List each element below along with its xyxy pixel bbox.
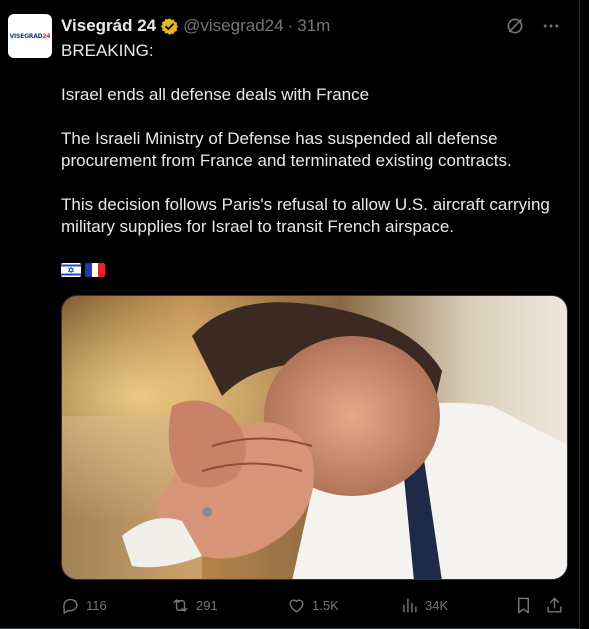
tweet-text: BREAKING: Israel ends all defense deals … xyxy=(61,40,571,238)
bookmark-button[interactable] xyxy=(514,596,533,615)
grok-icon[interactable] xyxy=(505,16,525,36)
share-icon xyxy=(547,597,562,613)
timestamp[interactable]: 31m xyxy=(297,16,330,36)
tweet-line-breaking: BREAKING: xyxy=(61,41,154,60)
repost-icon xyxy=(173,599,188,612)
more-options-icon[interactable] xyxy=(541,16,561,36)
israel-flag-icon xyxy=(61,263,81,277)
like-button[interactable]: 1.5K xyxy=(287,596,339,615)
tweet-line-context: This decision follows Paris's refusal to… xyxy=(61,195,550,236)
avatar-text: VISEGRAD xyxy=(9,32,43,40)
views-button[interactable]: 34K xyxy=(400,596,448,615)
tweet-photo[interactable] xyxy=(61,295,568,580)
photo-image xyxy=(62,296,567,579)
france-flag-icon xyxy=(85,263,105,277)
reply-icon xyxy=(63,598,78,614)
share-button[interactable] xyxy=(545,596,564,615)
tweet-header: Visegrád 24 @visegrad24 · 31m xyxy=(61,15,330,37)
repost-button[interactable]: 291 xyxy=(171,596,218,615)
author-handle[interactable]: @visegrad24 xyxy=(183,16,283,36)
tweet-actions: 116 291 1.5K 34K xyxy=(61,596,571,618)
like-count: 1.5K xyxy=(312,598,339,613)
views-chart-icon xyxy=(403,598,417,613)
verified-badge-icon xyxy=(160,17,179,35)
avatar-text-number: 24 xyxy=(42,32,51,40)
view-count: 34K xyxy=(425,598,449,613)
author-name[interactable]: Visegrád 24 xyxy=(61,16,156,36)
heart-icon xyxy=(289,599,304,613)
tweet-top-actions xyxy=(505,16,561,36)
tweet-line-headline: Israel ends all defense deals with Franc… xyxy=(61,85,370,104)
repost-count: 291 xyxy=(196,598,218,613)
reply-count: 116 xyxy=(86,598,107,613)
tweet-line-detail: The Israeli Ministry of Defense has susp… xyxy=(61,129,512,170)
bookmark-icon xyxy=(518,597,529,614)
avatar[interactable]: VISEGRAD 24 xyxy=(8,14,52,58)
separator-dot: · xyxy=(287,16,294,35)
flag-emojis xyxy=(61,263,105,277)
reply-button[interactable]: 116 xyxy=(61,596,107,615)
tweet-card[interactable]: VISEGRAD 24 Visegrád 24 @visegrad24 · 31m… xyxy=(0,0,580,629)
